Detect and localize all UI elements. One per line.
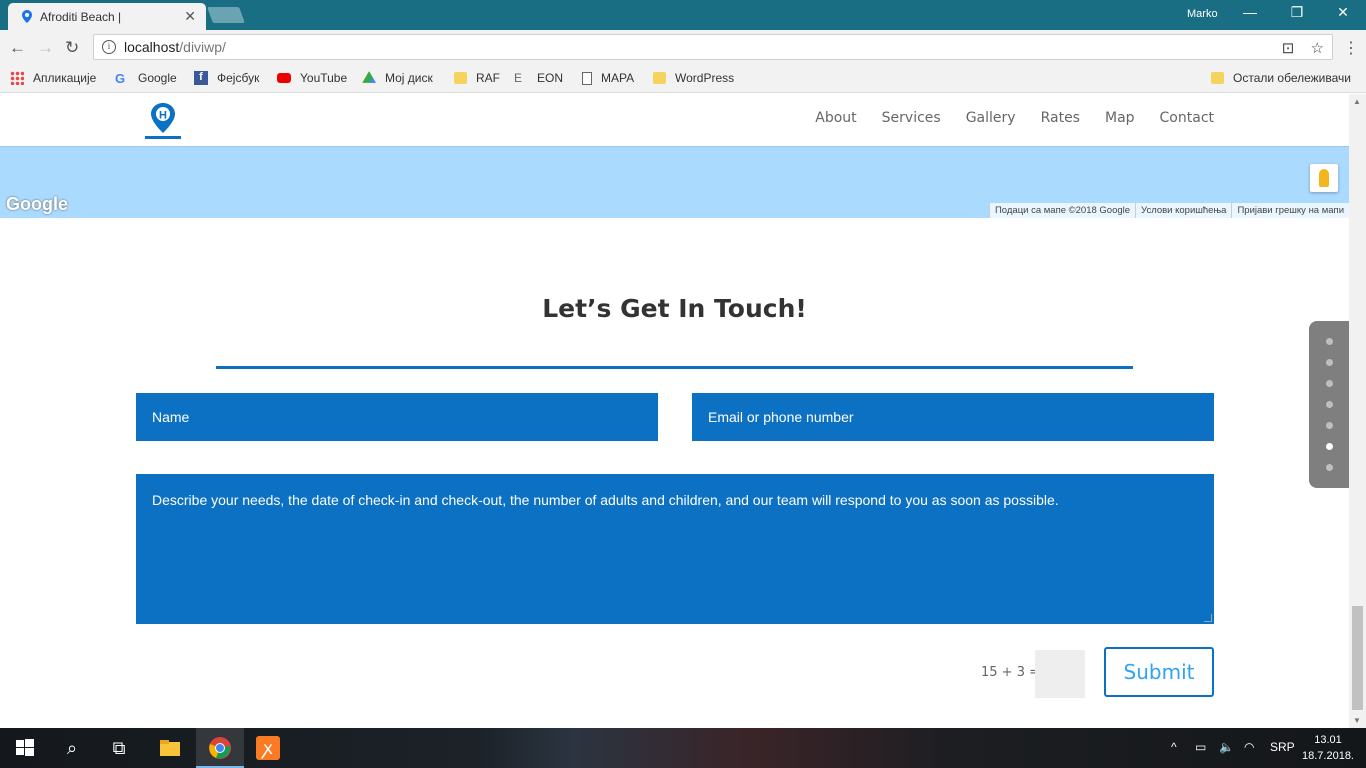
heading-divider (216, 366, 1133, 369)
minimize-icon[interactable]: — (1235, 4, 1265, 20)
forward-icon[interactable]: → (37, 38, 54, 58)
svg-text:H: H (159, 110, 167, 122)
xampp-icon[interactable]: ꭗ (256, 736, 280, 760)
section-dot[interactable] (1326, 338, 1333, 345)
location-pin-icon (22, 10, 32, 23)
address-bar[interactable]: i localhost/diviwp/ ⊡ ☆ (93, 34, 1333, 60)
back-icon[interactable]: ← (9, 38, 26, 58)
section-dot[interactable] (1326, 422, 1333, 429)
apps-grid-icon (10, 71, 24, 85)
volume-icon[interactable]: 🔈 (1219, 740, 1234, 754)
bookmark-apps[interactable]: Апликације (10, 71, 96, 85)
map-data-credit: Подаци са мапе ©2018 Google (988, 203, 1136, 218)
section-dot-nav (1309, 321, 1349, 488)
section-dot[interactable] (1326, 380, 1333, 387)
main-nav: About Services Gallery Rates Map Contact (815, 110, 1214, 126)
map-attribution: Подаци са мапе ©2018 Google Услови кориш… (988, 203, 1349, 218)
hotel-pin-logo[interactable]: H (145, 101, 181, 139)
nav-rates[interactable]: Rates (1041, 110, 1080, 126)
browser-tab[interactable]: Afroditi Beach | ✕ (8, 3, 206, 30)
section-dot[interactable] (1326, 359, 1333, 366)
task-view-icon[interactable]: ⧉ (107, 736, 131, 760)
translate-icon[interactable]: ⊡ (1282, 40, 1295, 57)
clock-date: 18.7.2018. (1302, 750, 1354, 762)
resize-handle[interactable] (1204, 614, 1212, 622)
menu-icon[interactable]: ⋮ (1343, 38, 1359, 58)
nav-about[interactable]: About (815, 110, 856, 126)
page-icon (582, 71, 592, 85)
bookmark-eon[interactable]: E EON (514, 71, 563, 85)
captcha-question: 15 + 3 = (981, 665, 1040, 680)
web-page: H About Services Gallery Rates Map Conta… (0, 94, 1349, 728)
profile-name[interactable]: Marko (1187, 8, 1218, 20)
wifi-icon[interactable]: ◠ (1244, 740, 1254, 754)
eon-icon: E (514, 71, 523, 85)
file-explorer-icon[interactable] (158, 736, 182, 760)
bookmark-mapa[interactable]: MAPA (582, 71, 634, 85)
bookmark-star-icon[interactable]: ☆ (1311, 40, 1324, 57)
close-window-icon[interactable]: ✕ (1328, 4, 1358, 21)
google-icon: G (115, 71, 126, 86)
nav-contact[interactable]: Contact (1160, 110, 1214, 126)
submit-button[interactable]: Submit (1104, 647, 1214, 697)
message-field[interactable]: Describe your needs, the date of check-i… (136, 474, 1214, 624)
map-terms-link[interactable]: Услови коришћења (1135, 203, 1232, 218)
browser-titlebar: Afroditi Beach | ✕ Marko — ❐ ✕ (0, 0, 1366, 30)
message-placeholder: Describe your needs, the date of check-i… (152, 492, 1059, 508)
bookmarks-bar: Апликације G Google f Фејсбук YouTube Мо… (0, 65, 1366, 93)
google-logo[interactable]: Google (6, 194, 68, 215)
bookmark-google[interactable]: G Google (115, 71, 177, 86)
url-host: localhost (124, 39, 180, 55)
close-tab-icon[interactable]: ✕ (184, 8, 196, 25)
facebook-icon: f (194, 71, 208, 85)
nav-map[interactable]: Map (1105, 110, 1135, 126)
folder-icon (653, 72, 666, 84)
url-path: /diviwp/ (179, 39, 226, 55)
bookmark-facebook[interactable]: f Фејсбук (194, 71, 259, 85)
clock[interactable]: 13.01 18.7.2018. (1302, 732, 1354, 764)
section-dot[interactable] (1326, 401, 1333, 408)
bookmark-wordpress[interactable]: WordPress (653, 71, 734, 85)
drive-icon (362, 71, 376, 83)
bookmark-raf[interactable]: RAF (454, 71, 500, 85)
info-icon[interactable]: i (102, 40, 116, 54)
site-header: H About Services Gallery Rates Map Conta… (0, 94, 1349, 146)
windows-taskbar: ⌕ ⧉ ꭗ ^ ▭ 🔈 ◠ SRP 13.01 18.7.2018. (0, 728, 1366, 768)
google-map[interactable]: Google Подаци са мапе ©2018 Google Услов… (0, 146, 1349, 218)
scrollbar-thumb[interactable] (1352, 606, 1363, 710)
reload-icon[interactable]: ↻ (65, 38, 79, 58)
page-scrollbar[interactable]: ▲ ▼ (1349, 94, 1366, 728)
section-dot[interactable] (1326, 464, 1333, 471)
folder-icon (1211, 72, 1224, 84)
section-dot-active[interactable] (1326, 443, 1333, 450)
restore-icon[interactable]: ❐ (1282, 4, 1312, 21)
new-tab-button[interactable] (207, 7, 245, 23)
youtube-icon (277, 73, 291, 83)
tab-title: Afroditi Beach | (40, 9, 122, 24)
street-view-pegman-icon[interactable] (1310, 164, 1338, 192)
bookmark-other[interactable]: Остали обележивачи (1211, 71, 1351, 85)
chrome-icon[interactable] (208, 736, 232, 760)
windows-start-icon[interactable] (13, 736, 37, 760)
contact-heading: Let’s Get In Touch! (542, 294, 807, 323)
name-field[interactable]: Name (136, 393, 658, 441)
battery-icon[interactable]: ▭ (1195, 740, 1206, 754)
show-hidden-icons-icon[interactable]: ^ (1171, 740, 1177, 754)
search-icon[interactable]: ⌕ (60, 736, 84, 760)
email-field[interactable]: Email or phone number (692, 393, 1214, 441)
nav-services[interactable]: Services (882, 110, 941, 126)
captcha-input[interactable] (1035, 650, 1085, 698)
language-indicator[interactable]: SRP (1270, 740, 1295, 754)
scroll-down-icon[interactable]: ▼ (1353, 716, 1361, 725)
scroll-up-icon[interactable]: ▲ (1353, 97, 1361, 106)
map-report-link[interactable]: Пријави грешку на мапи (1231, 203, 1349, 218)
clock-time: 13.01 (1314, 734, 1342, 746)
folder-icon (454, 72, 467, 84)
nav-gallery[interactable]: Gallery (966, 110, 1016, 126)
bookmark-youtube[interactable]: YouTube (277, 71, 347, 85)
bookmark-drive[interactable]: Мој диск (362, 71, 433, 85)
